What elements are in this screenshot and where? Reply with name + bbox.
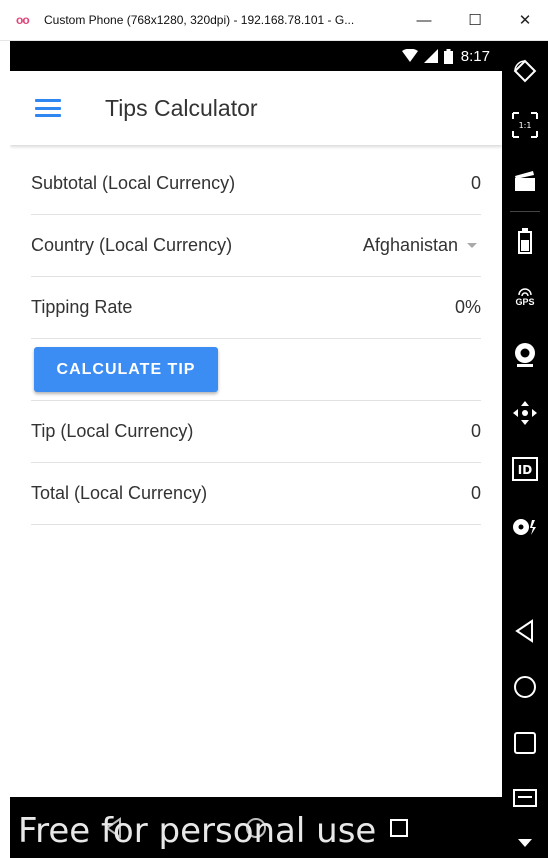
tipping-rate-row: Tipping Rate 0% [31, 277, 481, 339]
battery-icon[interactable] [502, 223, 548, 259]
watermark-text: Free for personal use [18, 811, 377, 851]
gps-icon[interactable]: GPS [502, 279, 548, 315]
genymotion-logo-icon: oo [16, 13, 30, 27]
status-bar: 8:17 [10, 41, 502, 71]
page-title: Tips Calculator [105, 94, 258, 121]
country-dropdown[interactable]: Afghanistan [363, 235, 481, 256]
country-label: Country (Local Currency) [31, 235, 233, 255]
rotate-icon[interactable] [502, 53, 548, 89]
battery-status-icon [443, 48, 453, 64]
menu-icon[interactable] [502, 783, 548, 813]
wifi-icon [401, 49, 418, 62]
phone-screen: 8:17 Tips Calculator Subtotal (Local Cur… [10, 41, 502, 858]
window-title: Custom Phone (768x1280, 320dpi) - 192.16… [44, 13, 355, 27]
emulator-toolbar: 1:1 GPS ID [502, 41, 548, 858]
subtotal-input[interactable]: 0 [471, 173, 481, 194]
back-icon[interactable] [502, 613, 548, 649]
calculator-form: Subtotal (Local Currency) 0 Country (Loc… [31, 153, 481, 525]
id-label: ID [518, 463, 532, 477]
screencast-icon[interactable] [502, 163, 548, 199]
id-icon[interactable]: ID [502, 451, 548, 487]
total-label: Total (Local Currency) [31, 483, 208, 503]
more-icon[interactable] [502, 831, 548, 855]
window-title-bar: oo Custom Phone (768x1280, 320dpi) - 192… [0, 0, 548, 41]
app-bar: Tips Calculator [10, 71, 502, 145]
subtotal-row: Subtotal (Local Currency) 0 [31, 153, 481, 215]
calculate-tip-button[interactable]: CALCULATE TIP [34, 347, 218, 392]
pixel-perfect-label: 1:1 [519, 121, 532, 130]
country-row: Country (Local Currency) Afghanistan [31, 215, 481, 277]
recents-icon[interactable] [502, 725, 548, 761]
total-row: Total (Local Currency) 0 [31, 463, 481, 525]
button-row: CALCULATE TIP [31, 339, 481, 401]
home-icon[interactable] [502, 669, 548, 705]
dpad-icon[interactable] [502, 395, 548, 431]
camera-icon[interactable] [502, 337, 548, 373]
gps-label: GPS [515, 297, 535, 307]
tip-value: 0 [470, 421, 481, 441]
nav-recents-icon[interactable] [390, 819, 408, 837]
minimize-button[interactable]: — [401, 0, 447, 40]
signal-icon [423, 49, 438, 63]
media-icon[interactable] [502, 509, 548, 545]
subtotal-label: Subtotal (Local Currency) [31, 173, 236, 193]
country-selected-value: Afghanistan [362, 235, 458, 255]
maximize-button[interactable]: ☐ [452, 0, 498, 40]
tip-label: Tip (Local Currency) [31, 421, 194, 441]
pixel-perfect-icon[interactable]: 1:1 [502, 107, 548, 143]
hamburger-menu-icon[interactable] [35, 99, 61, 117]
status-time: 8:17 [460, 47, 490, 65]
tipping-rate-label: Tipping Rate [31, 297, 133, 317]
close-button[interactable]: ✕ [502, 0, 548, 40]
dropdown-arrow-icon [467, 243, 477, 248]
total-value: 0 [470, 483, 481, 503]
tip-row: Tip (Local Currency) 0 [31, 401, 481, 463]
tipping-rate-input[interactable]: 0% [455, 297, 481, 318]
